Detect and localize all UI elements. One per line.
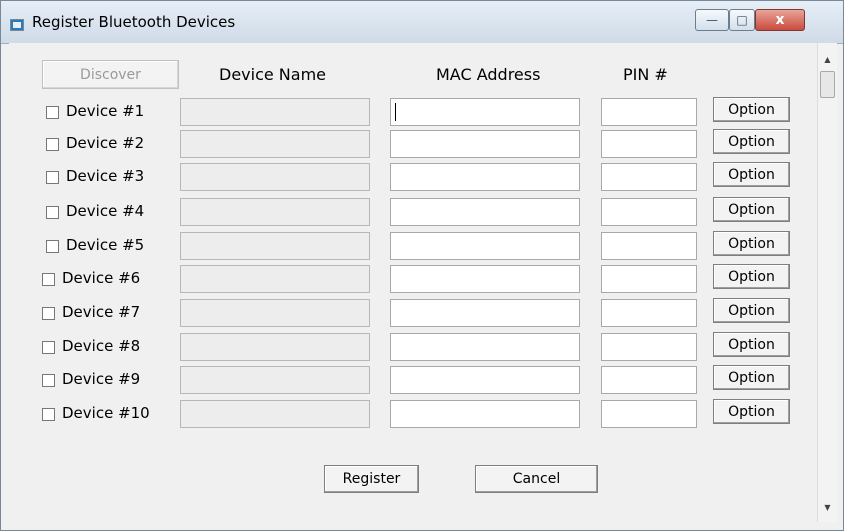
- discover-button[interactable]: Discover: [42, 60, 179, 89]
- device-checkbox[interactable]: [46, 106, 59, 119]
- option-button[interactable]: Option: [713, 197, 790, 222]
- pin-input[interactable]: [601, 98, 697, 126]
- device-name-field: [180, 265, 370, 293]
- device-name-header: Device Name: [219, 65, 327, 84]
- scroll-up-icon[interactable]: ▲: [818, 51, 837, 68]
- device-label: Device #6: [62, 269, 141, 287]
- device-name-field: [180, 366, 370, 394]
- device-name-field: [180, 163, 370, 191]
- device-name-field: [180, 198, 370, 226]
- option-button[interactable]: Option: [713, 97, 790, 122]
- mac-address-header: MAC Address: [436, 65, 541, 84]
- device-name-field: [180, 299, 370, 327]
- device-row: Device #8 Option: [9, 332, 817, 361]
- device-checkbox[interactable]: [42, 374, 55, 387]
- mac-address-input[interactable]: [390, 98, 580, 126]
- device-label: Device #10: [62, 404, 150, 422]
- device-row: Device #7 Option: [9, 298, 817, 327]
- mac-address-input[interactable]: [390, 130, 580, 158]
- pin-input[interactable]: [601, 333, 697, 361]
- mac-address-input[interactable]: [390, 400, 580, 428]
- mac-address-input[interactable]: [390, 366, 580, 394]
- device-name-field: [180, 232, 370, 260]
- device-checkbox[interactable]: [42, 408, 55, 421]
- device-row: Device #5 Option: [9, 231, 817, 260]
- device-checkbox[interactable]: [42, 341, 55, 354]
- device-checkbox[interactable]: [42, 307, 55, 320]
- mac-address-input[interactable]: [390, 333, 580, 361]
- device-label: Device #7: [62, 303, 141, 321]
- close-button[interactable]: x: [755, 9, 805, 31]
- device-checkbox[interactable]: [46, 206, 59, 219]
- option-button[interactable]: Option: [713, 298, 790, 323]
- mac-address-input[interactable]: [390, 198, 580, 226]
- maximize-button[interactable]: □: [729, 9, 755, 31]
- device-checkbox[interactable]: [46, 138, 59, 151]
- pin-input[interactable]: [601, 163, 697, 191]
- device-checkbox[interactable]: [46, 171, 59, 184]
- option-button[interactable]: Option: [713, 129, 790, 154]
- pin-input[interactable]: [601, 130, 697, 158]
- device-label: Device #1: [66, 102, 145, 120]
- pin-header: PIN #: [623, 65, 668, 84]
- pin-input[interactable]: [601, 299, 697, 327]
- device-label: Device #5: [66, 236, 145, 254]
- mac-address-input[interactable]: [390, 232, 580, 260]
- device-row: Device #1 Option: [9, 97, 817, 126]
- scroll-down-icon[interactable]: ▼: [818, 499, 837, 516]
- device-label: Device #2: [66, 134, 145, 152]
- mac-address-input[interactable]: [390, 265, 580, 293]
- option-button[interactable]: Option: [713, 231, 790, 256]
- cancel-button[interactable]: Cancel: [475, 465, 598, 493]
- dialog-client-area: Discover Device Name MAC Address PIN # D…: [9, 43, 817, 522]
- register-bluetooth-window: Register Bluetooth Devices — □ x Discove…: [0, 0, 844, 531]
- device-checkbox[interactable]: [46, 240, 59, 253]
- option-button[interactable]: Option: [713, 399, 790, 424]
- device-name-field: [180, 400, 370, 428]
- option-button[interactable]: Option: [713, 365, 790, 390]
- register-button[interactable]: Register: [324, 465, 419, 493]
- mac-address-input[interactable]: [390, 163, 580, 191]
- option-button[interactable]: Option: [713, 264, 790, 289]
- device-row: Device #3 Option: [9, 162, 817, 191]
- pin-input[interactable]: [601, 366, 697, 394]
- option-button[interactable]: Option: [713, 332, 790, 357]
- scroll-thumb[interactable]: [820, 71, 835, 98]
- pin-input[interactable]: [601, 400, 697, 428]
- pin-input[interactable]: [601, 265, 697, 293]
- device-name-field: [180, 333, 370, 361]
- device-row: Device #9 Option: [9, 365, 817, 394]
- device-name-field: [180, 130, 370, 158]
- window-app-icon: [10, 19, 24, 31]
- pin-input[interactable]: [601, 232, 697, 260]
- pin-input[interactable]: [601, 198, 697, 226]
- device-row: Device #6 Option: [9, 264, 817, 293]
- text-caret: [395, 103, 396, 121]
- device-row: Device #2 Option: [9, 129, 817, 158]
- device-label: Device #3: [66, 167, 145, 185]
- vertical-scrollbar[interactable]: ▲ ▼: [817, 43, 837, 522]
- device-row: Device #4 Option: [9, 197, 817, 226]
- minimize-button[interactable]: —: [695, 9, 729, 31]
- mac-address-input[interactable]: [390, 299, 580, 327]
- title-bar[interactable]: Register Bluetooth Devices — □ x: [1, 1, 843, 44]
- device-name-field: [180, 98, 370, 126]
- device-label: Device #4: [66, 202, 145, 220]
- window-title: Register Bluetooth Devices: [32, 13, 236, 31]
- option-button[interactable]: Option: [713, 162, 790, 187]
- device-label: Device #8: [62, 337, 141, 355]
- device-row: Device #10 Option: [9, 399, 817, 428]
- device-label: Device #9: [62, 370, 141, 388]
- device-checkbox[interactable]: [42, 273, 55, 286]
